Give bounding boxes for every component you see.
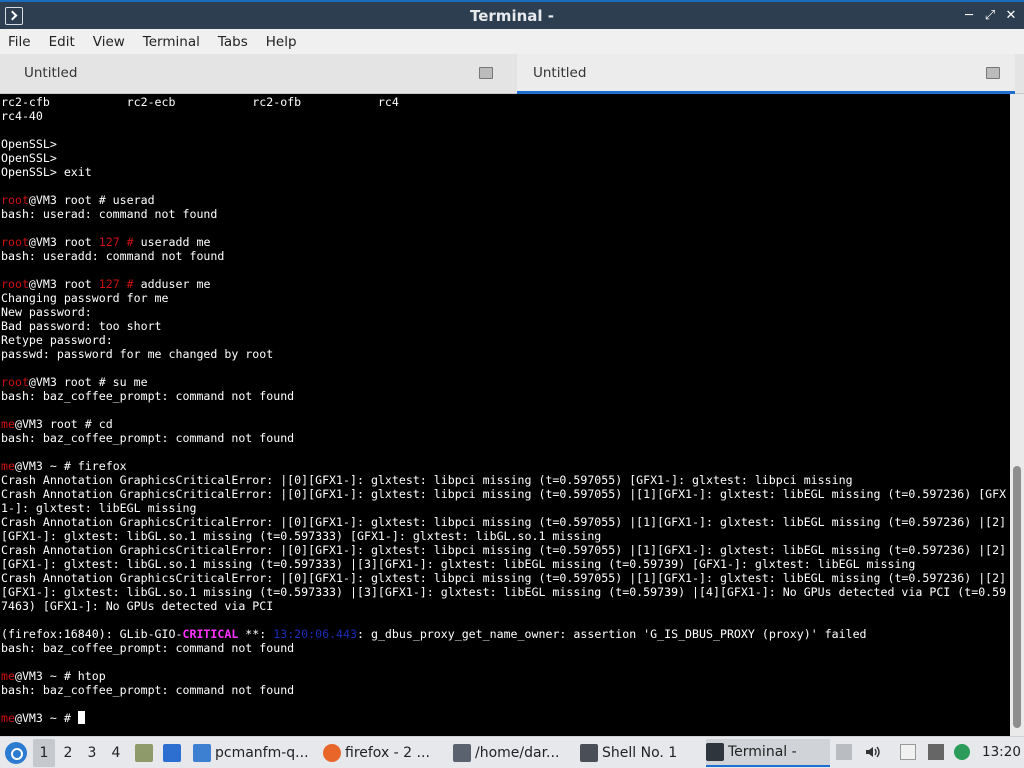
menu-view[interactable]: View — [93, 34, 125, 50]
terminal-line: bash: userad: command not found — [1, 207, 218, 221]
terminal-line: Crash Annotation GraphicsCriticalError: … — [1, 571, 1007, 585]
task-terminal[interactable]: Terminal - — [706, 739, 830, 767]
tab-label: Untitled — [533, 65, 587, 81]
window-titlebar[interactable]: Terminal - ─ ⤢ ✕ — [0, 0, 1024, 29]
start-menu-icon[interactable] — [5, 742, 27, 764]
menu-tabs[interactable]: Tabs — [218, 34, 248, 50]
close-icon[interactable]: ✕ — [1003, 8, 1019, 24]
clipboard-icon[interactable] — [900, 744, 916, 760]
terminal-line: bash: baz_coffee_prompt: command not fou… — [1, 641, 295, 655]
terminal-line: New password: — [1, 305, 92, 319]
workspace-3[interactable]: 3 — [81, 739, 103, 767]
maximize-icon[interactable]: ⤢ — [982, 8, 998, 24]
terminal-line: root@VM3 root 127 # useradd me — [1, 235, 211, 249]
task-label: pcmanfm-q... — [215, 745, 309, 761]
tray-scroll-icon[interactable] — [836, 744, 852, 760]
terminal-line: me@VM3 ~ # — [1, 711, 1006, 725]
terminal-line: root@VM3 root 127 # adduser me — [1, 277, 211, 291]
menu-help[interactable]: Help — [266, 34, 297, 50]
menu-file[interactable]: File — [8, 34, 31, 50]
tab-close-icon[interactable] — [986, 67, 1000, 79]
menu-terminal[interactable]: Terminal — [143, 34, 200, 50]
task-label: /home/dar... — [475, 745, 560, 761]
terminal-output: rc2-cfb rc2-ecb rc2-ofb rc4 rc4-40 OpenSSL… — [1, 95, 1006, 725]
terminal-line: Crash Annotation GraphicsCriticalError: … — [1, 487, 1007, 501]
terminal-line: root@VM3 root # su me — [1, 375, 148, 389]
terminal-view[interactable]: rc2-cfb rc2-ecb rc2-ofb rc4 rc4-40 OpenSSL… — [0, 94, 1010, 736]
terminal-line: me@VM3 root # cd — [1, 417, 113, 431]
task-pcmanfm[interactable]: pcmanfm-q... — [193, 739, 317, 767]
terminal-line: passwd: password for me changed by root — [1, 347, 274, 361]
tab-untitled-2[interactable]: Untitled — [517, 54, 1015, 94]
terminal-line: [GFX1-]: glxtest: libGL.so.1 missing (t=… — [1, 585, 1007, 599]
terminal-line: root@VM3 root # userad — [1, 193, 155, 207]
update-icon[interactable] — [954, 744, 970, 760]
terminal-line: bash: baz_coffee_prompt: command not fou… — [1, 431, 295, 445]
tab-bar: Untitled Untitled — [0, 54, 1024, 94]
terminal-line: Crash Annotation GraphicsCriticalError: … — [1, 543, 1007, 557]
terminal-line: 7463) [GFX1-]: No GPUs detected via PCI — [1, 599, 274, 613]
terminal-scrollbar[interactable] — [1010, 94, 1024, 736]
terminal-line: OpenSSL> exit — [1, 165, 92, 179]
terminal-line: rc2-cfb rc2-ecb rc2-ofb rc4 — [1, 95, 399, 109]
text-editor-icon — [453, 744, 471, 762]
tab-label: Untitled — [24, 65, 78, 81]
terminal-icon — [706, 743, 724, 761]
minimize-icon[interactable]: ─ — [961, 8, 977, 24]
task-label: Terminal - — [728, 744, 797, 760]
terminal-line: Crash Annotation GraphicsCriticalError: … — [1, 473, 853, 487]
show-desktop-icon[interactable] — [163, 744, 181, 762]
scrollbar-thumb[interactable] — [1013, 466, 1021, 728]
terminal-line: bash: baz_coffee_prompt: command not fou… — [1, 683, 295, 697]
workspace-4[interactable]: 4 — [105, 739, 127, 767]
terminal-line: bash: useradd: command not found — [1, 249, 225, 263]
terminal-icon — [580, 744, 598, 762]
tab-untitled-1[interactable]: Untitled — [8, 54, 516, 94]
terminal-line: [GFX1-]: glxtest: libGL.so.1 missing (t=… — [1, 557, 916, 571]
menu-edit[interactable]: Edit — [49, 34, 75, 50]
tab-close-icon[interactable] — [479, 67, 493, 79]
volume-icon[interactable] — [864, 744, 880, 760]
terminal-line: OpenSSL> — [1, 137, 57, 151]
task-editor[interactable]: /home/dar... — [453, 739, 577, 767]
terminal-line: Changing password for me — [1, 291, 169, 305]
task-label: firefox - 2 ... — [345, 745, 430, 761]
terminal-line: rc4-40 — [1, 109, 43, 123]
terminal-line: Bad password: too short — [1, 319, 162, 333]
terminal-line: me@VM3 ~ # htop — [1, 669, 106, 683]
text-cursor — [77, 711, 85, 724]
terminal-line: OpenSSL> — [1, 151, 57, 165]
terminal-line: Retype password: — [1, 333, 113, 347]
workspace-1[interactable]: 1 — [33, 739, 55, 767]
terminal-line: (firefox:16840): GLib-GIO-CRITICAL **: 1… — [1, 627, 867, 641]
terminal-line: bash: baz_coffee_prompt: command not fou… — [1, 389, 295, 403]
keyboard-icon[interactable] — [928, 744, 944, 760]
folder-icon — [193, 744, 211, 762]
taskbar: 1 2 3 4 pcmanfm-q... firefox - 2 ... /ho… — [0, 736, 1024, 768]
workspace-2[interactable]: 2 — [57, 739, 79, 767]
clock[interactable]: 13:20 — [982, 744, 1021, 760]
terminal-line: me@VM3 ~ # firefox — [1, 459, 127, 473]
firefox-icon — [323, 744, 341, 762]
window-title: Terminal - — [470, 7, 554, 25]
terminal-line: Crash Annotation GraphicsCriticalError: … — [1, 515, 1007, 529]
terminal-line: 1-]: glxtest: libEGL missing — [1, 501, 197, 515]
task-firefox[interactable]: firefox - 2 ... — [323, 739, 447, 767]
file-manager-launcher-icon[interactable] — [135, 744, 153, 762]
terminal-line: [GFX1-]: glxtest: libGL.so.1 missing (t=… — [1, 529, 602, 543]
menu-bar: File Edit View Terminal Tabs Help — [0, 29, 1024, 54]
task-shell[interactable]: Shell No. 1 — [580, 739, 704, 767]
task-label: Shell No. 1 — [602, 745, 678, 761]
